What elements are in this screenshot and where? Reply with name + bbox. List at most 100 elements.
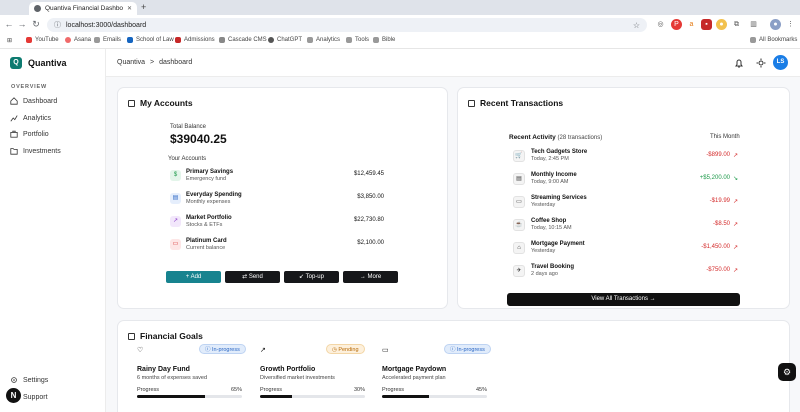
arrow-up-right-icon: ↗	[732, 222, 738, 228]
new-tab-button[interactable]: +	[141, 2, 146, 12]
avatar[interactable]: LS	[773, 55, 788, 70]
browser-tab[interactable]: Quantiva Financial Dashboard ✕	[29, 2, 137, 15]
bookmark-cascade-cms[interactable]: Cascade CMS	[219, 37, 267, 43]
bookmark-school-of-law[interactable]: School of Law	[127, 37, 174, 43]
youtube-icon	[26, 37, 32, 43]
arrow-down-right-icon: ↘	[732, 176, 738, 182]
wallet-icon: ▤	[513, 173, 525, 185]
reload-icon[interactable]: ↻	[30, 19, 42, 30]
all-bookmarks[interactable]: All Bookmarks	[750, 37, 797, 43]
main-content: My Accounts Total Balance $39040.25 Your…	[106, 77, 800, 412]
address-bar-row: ← → ↻ ⓘ localhost:3000/dashboard ☆ ◎ P a…	[0, 15, 800, 35]
arrow-up-right-icon: ↗	[732, 268, 738, 274]
send-button[interactable]: ⇄ Send	[225, 271, 280, 283]
amazon-icon[interactable]: a	[686, 19, 697, 30]
arrow-up-right-icon: ↗	[732, 199, 738, 205]
site-info-icon[interactable]: ⓘ	[54, 20, 61, 30]
transaction-row[interactable]: ✈ Travel Booking 2 days ago -$750.00 ↗	[513, 262, 738, 280]
transaction-row[interactable]: ▭ Streaming Services Yesterday -$19.99 ↗	[513, 193, 738, 211]
close-tab-icon[interactable]: ✕	[127, 5, 132, 12]
account-row[interactable]: ▭ Platinum Card Current balance $2,100.0…	[170, 236, 384, 254]
asana-icon	[65, 37, 71, 43]
add-button[interactable]: + Add	[166, 271, 221, 283]
recent-activity-label: Recent Activity (28 transactions)	[509, 134, 603, 141]
bookmark-analytics[interactable]: Analytics	[307, 37, 340, 43]
url-bar[interactable]: ⓘ localhost:3000/dashboard ☆	[47, 18, 647, 32]
folder-icon	[346, 37, 352, 43]
app-logo[interactable]: Q Quantiva	[10, 57, 67, 69]
account-row[interactable]: $ Primary Savings Emergency fund $12,459…	[170, 167, 384, 185]
transaction-row[interactable]: ⌂ Mortgage Payment Yesterday -$1,450.00 …	[513, 239, 738, 257]
piggy-icon: ♡	[137, 347, 144, 354]
folder-icon	[750, 37, 756, 43]
assistant-button[interactable]: ⚙	[778, 363, 796, 381]
goal-card[interactable]: ♡ ⓘ In-progress Rainy Day Fund 6 months …	[137, 344, 249, 404]
bookmark-asana[interactable]: Asana	[65, 37, 91, 43]
bookmark-youtube[interactable]: YouTube	[26, 37, 59, 43]
goals-card: Financial Goals ♡ ⓘ In-progress Rainy Da…	[117, 320, 790, 412]
cms-icon	[219, 37, 225, 43]
sidepanel-icon[interactable]: ▥	[748, 19, 759, 30]
account-row[interactable]: ↗ Market Portfolio Stocks & ETFs $22,730…	[170, 213, 384, 231]
more-button[interactable]: → More	[343, 271, 398, 283]
camera-icon[interactable]: ◎	[655, 19, 666, 30]
bookmark-bible[interactable]: Bible	[373, 37, 395, 43]
gear-icon	[11, 377, 17, 383]
nextjs-badge[interactable]: N	[6, 388, 21, 403]
card-icon: ▭	[170, 239, 181, 250]
sidebar-item-investments[interactable]: Investments	[10, 147, 61, 155]
total-balance-label: Total Balance	[170, 124, 207, 130]
card-icon: ▭	[513, 196, 525, 208]
bookmark-chatgpt[interactable]: ChatGPT	[268, 37, 302, 43]
bookmarks-bar: ⊞ YouTube Asana Emails School of Law Adm…	[0, 35, 800, 49]
menu-icon[interactable]: ⋮	[785, 19, 796, 30]
savings-icon: $	[170, 170, 181, 181]
forward-icon[interactable]: →	[16, 19, 28, 29]
favicon-icon	[34, 5, 41, 12]
transaction-row[interactable]: ☕ Coffee Shop Today, 10:15 AM -$8.50 ↗	[513, 216, 738, 234]
sidebar-item-analytics[interactable]: Analytics	[10, 114, 51, 122]
home-icon	[10, 97, 18, 105]
bookmark-tools[interactable]: Tools	[346, 37, 369, 43]
top-up-button[interactable]: ↙ Top-up	[284, 271, 339, 283]
accounts-title: My Accounts	[128, 98, 193, 108]
folder-icon	[373, 37, 379, 43]
pinterest-icon[interactable]: P	[671, 19, 682, 30]
sidebar-item-dashboard[interactable]: Dashboard	[10, 97, 57, 105]
breadcrumb-root[interactable]: Quantiva	[117, 59, 145, 66]
folder-icon	[10, 148, 18, 155]
back-icon[interactable]: ←	[3, 19, 15, 29]
cart-icon: 🛒	[513, 150, 525, 162]
period-selector[interactable]: This Month	[710, 134, 740, 140]
chatgpt-icon	[268, 37, 274, 43]
extension-icon[interactable]: ▪	[701, 19, 712, 30]
calendar-icon	[128, 332, 135, 340]
view-all-transactions-button[interactable]: View All Transactions →	[507, 293, 740, 306]
bell-icon[interactable]	[734, 58, 744, 68]
goal-card[interactable]: ▭ ⓘ In-progress Mortgage Paydown Acceler…	[382, 344, 494, 404]
sidebar-item-portfolio[interactable]: Portfolio	[10, 130, 49, 138]
url-text[interactable]: localhost:3000/dashboard	[66, 22, 628, 29]
wallet-icon	[128, 99, 135, 107]
folder-icon	[307, 37, 313, 43]
transaction-row[interactable]: ▤ Monthly Income Today, 9:00 AM +$5,200.…	[513, 170, 738, 188]
bookmark-emails[interactable]: Emails	[94, 37, 121, 43]
account-row[interactable]: ▤ Everyday Spending Monthly expenses $3,…	[170, 190, 384, 208]
sun-icon[interactable]	[756, 58, 766, 68]
card-icon: ▭	[382, 347, 389, 354]
breadcrumb-current: dashboard	[159, 59, 193, 66]
apps-icon[interactable]: ⊞	[7, 37, 12, 44]
accounts-card: My Accounts Total Balance $39040.25 Your…	[117, 87, 448, 309]
extension-icon-2[interactable]: ●	[716, 19, 727, 30]
breadcrumb-separator: >	[150, 59, 155, 66]
puzzle-icon[interactable]: ⧉	[731, 19, 742, 30]
sidebar-item-settings[interactable]: Settings	[10, 376, 48, 384]
bookmark-star-icon[interactable]: ☆	[633, 21, 640, 30]
section-label: OVERVIEW	[11, 84, 47, 90]
goal-card[interactable]: ↗ ◷ Pending Growth Portfolio Diversified…	[260, 344, 372, 404]
bookmark-admissions[interactable]: Admissions	[175, 37, 215, 43]
transaction-row[interactable]: 🛒 Tech Gadgets Store Today, 2:45 PM -$89…	[513, 147, 738, 165]
profile-icon[interactable]: ●	[770, 19, 781, 30]
arrow-up-right-icon: ↗	[732, 153, 738, 159]
tab-title: Quantiva Financial Dashboard	[45, 5, 123, 12]
